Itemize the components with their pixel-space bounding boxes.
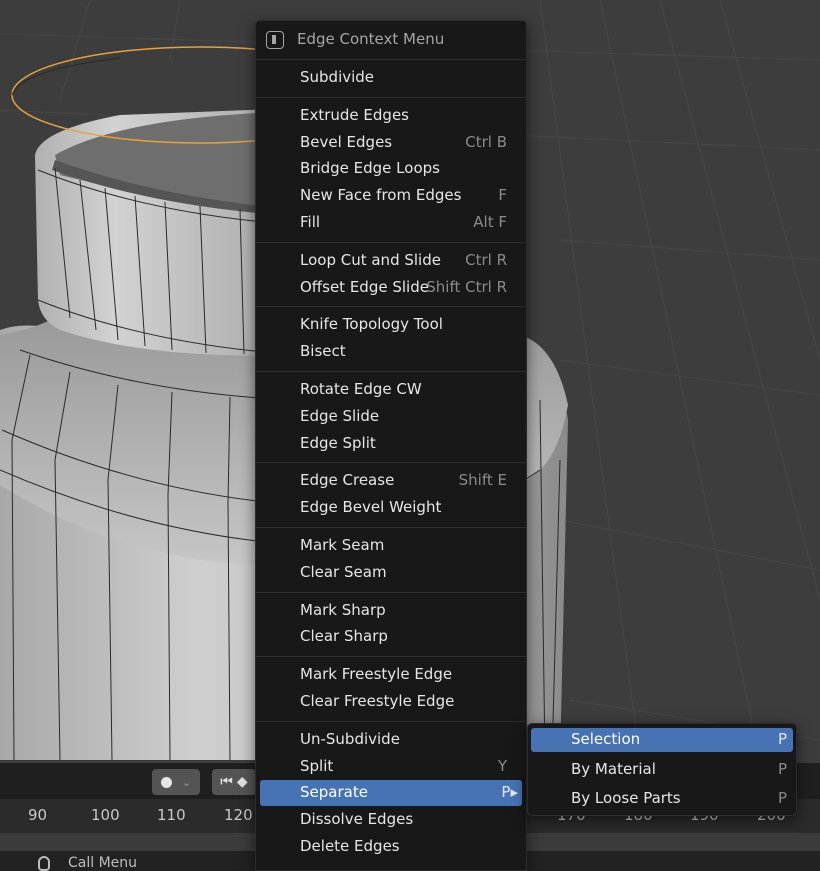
menu-item-split[interactable]: Split Y	[256, 754, 526, 780]
submenu-item-shortcut: P	[777, 789, 787, 807]
menu-item-label: Bevel Edges	[300, 132, 393, 151]
separate-submenu: Selection P By Material P By Loose Parts P	[527, 723, 797, 816]
menu-item-shortcut: F	[498, 186, 507, 205]
menu-item-label: Clear Seam	[300, 562, 387, 581]
menu-separator	[256, 306, 526, 308]
menu-item-rotate-edge-cw[interactable]: Rotate Edge CW	[256, 377, 526, 403]
menu-item-shortcut: Ctrl B	[465, 132, 507, 151]
menu-separator	[256, 720, 526, 722]
menu-item-clear-freestyle-edge[interactable]: Clear Freestyle Edge	[256, 689, 526, 715]
menu-item-subdivide[interactable]: Subdivide	[256, 65, 526, 91]
menu-item-label: Un-Subdivide	[300, 729, 400, 748]
submenu-item-selection[interactable]: Selection P	[531, 728, 793, 752]
menu-item-label: Edge Slide	[300, 406, 380, 425]
menu-item-edge-bevel-weight[interactable]: Edge Bevel Weight	[256, 495, 526, 521]
mouse-icon	[38, 856, 50, 871]
edge-context-menu: Edge Context Menu Subdivide Extrude Edges…	[255, 20, 527, 871]
menu-item-label: Subdivide	[300, 68, 375, 86]
menu-item-label: Dissolve Edges	[300, 810, 414, 829]
menu-separator	[256, 591, 526, 593]
menu-separator	[256, 59, 526, 60]
submenu-item-label: By Material	[571, 759, 656, 778]
menu-item-label: Bridge Edge Loops	[300, 159, 440, 178]
menu-item-edge-slide[interactable]: Edge Slide	[256, 404, 526, 430]
menu-item-label: Mark Sharp	[300, 600, 386, 619]
menu-separator	[256, 462, 526, 464]
menu-item-label: Edge Split	[300, 433, 376, 452]
menu-item-label: Mark Freestyle Edge	[300, 665, 453, 684]
menu-item-mark-freestyle-edge[interactable]: Mark Freestyle Edge	[256, 662, 526, 688]
menu-separator	[256, 656, 526, 658]
menu-separator	[256, 371, 526, 372]
chevron-down-icon: ⌄	[181, 775, 192, 789]
frame-label: 120	[224, 806, 253, 824]
menu-item-separate[interactable]: Separate P▸	[260, 780, 522, 807]
submenu-item-label: Selection	[571, 730, 641, 748]
menu-item-label: Edge Bevel Weight	[300, 498, 442, 517]
edge-menu-icon	[266, 31, 284, 49]
record-button[interactable]: ⌄	[152, 769, 200, 795]
menu-item-bridge-edge-loops[interactable]: Bridge Edge Loops	[256, 156, 526, 182]
menu-item-shortcut: Shift E	[458, 471, 507, 490]
menu-item-label: Bisect	[300, 342, 346, 361]
menu-item-mark-seam[interactable]: Mark Seam	[256, 533, 526, 559]
menu-item-shortcut: Ctrl R	[465, 250, 507, 269]
menu-item-edge-crease[interactable]: Edge Crease Shift E	[256, 468, 526, 494]
menu-item-shortcut: Alt F	[473, 213, 507, 231]
menu-separator	[256, 96, 526, 98]
menu-item-label: Loop Cut and Slide	[300, 250, 441, 269]
jump-start-button[interactable]: ⏮ ◆	[212, 769, 256, 795]
menu-item-label: Delete Edges	[300, 837, 400, 855]
frame-label: 110	[157, 806, 186, 824]
jump-start-icon: ⏮	[220, 774, 233, 790]
menu-item-bevel-edges[interactable]: Bevel Edges Ctrl B	[256, 130, 526, 156]
frame-label: 90	[28, 806, 48, 824]
submenu-item-shortcut: P	[777, 759, 787, 778]
menu-item-clear-sharp[interactable]: Clear Sharp	[256, 624, 526, 650]
keyframe-icon: ◆	[236, 774, 248, 790]
menu-item-label: Split	[300, 756, 334, 775]
menu-separator	[256, 527, 526, 528]
menu-separator	[256, 241, 526, 243]
menu-item-label: Offset Edge Slide	[300, 277, 429, 296]
menu-item-fill[interactable]: Fill Alt F	[256, 210, 526, 236]
menu-item-label: Separate	[300, 783, 368, 802]
menu-item-bisect[interactable]: Bisect	[256, 339, 526, 365]
menu-item-label: Extrude Edges	[300, 105, 409, 124]
menu-item-shortcut: Y	[497, 756, 507, 775]
record-icon	[160, 776, 172, 788]
menu-item-label: Knife Topology Tool	[300, 315, 443, 334]
menu-item-new-face-from-edges[interactable]: New Face from Edges F	[256, 183, 526, 209]
menu-item-extrude-edges[interactable]: Extrude Edges	[256, 103, 526, 129]
menu-item-label: Edge Crease	[300, 471, 395, 490]
menu-item-label: Mark Seam	[300, 536, 385, 554]
menu-item-dissolve-edges[interactable]: Dissolve Edges	[256, 807, 526, 833]
menu-title: Edge Context Menu	[297, 30, 445, 48]
status-text: Call Menu	[68, 855, 138, 871]
submenu-item-by-loose-parts[interactable]: By Loose Parts P	[531, 787, 793, 811]
menu-item-shortcut: Shift Ctrl R	[426, 277, 507, 296]
menu-item-shortcut: P▸	[501, 783, 518, 802]
menu-item-un-subdivide[interactable]: Un-Subdivide	[256, 727, 526, 753]
menu-item-delete-edges[interactable]: Delete Edges	[256, 834, 526, 860]
menu-item-offset-edge-slide[interactable]: Offset Edge Slide Shift Ctrl R	[256, 275, 526, 301]
menu-item-label: Rotate Edge CW	[300, 380, 422, 398]
menu-item-label: Fill	[300, 213, 321, 231]
frame-label: 100	[91, 806, 120, 824]
menu-item-label: Clear Sharp	[300, 627, 388, 646]
menu-item-label: New Face from Edges	[300, 186, 462, 205]
menu-header: Edge Context Menu	[256, 21, 526, 59]
menu-item-knife-topology-tool[interactable]: Knife Topology Tool	[256, 312, 526, 338]
menu-item-edge-split[interactable]: Edge Split	[256, 431, 526, 457]
submenu-item-shortcut: P	[777, 730, 787, 748]
submenu-item-by-material[interactable]: By Material P	[531, 758, 793, 782]
menu-item-mark-sharp[interactable]: Mark Sharp	[256, 598, 526, 624]
menu-item-clear-seam[interactable]: Clear Seam	[256, 560, 526, 586]
submenu-item-label: By Loose Parts	[571, 789, 681, 807]
menu-item-label: Clear Freestyle Edge	[300, 692, 455, 710]
menu-item-loop-cut-and-slide[interactable]: Loop Cut and Slide Ctrl R	[256, 248, 526, 274]
